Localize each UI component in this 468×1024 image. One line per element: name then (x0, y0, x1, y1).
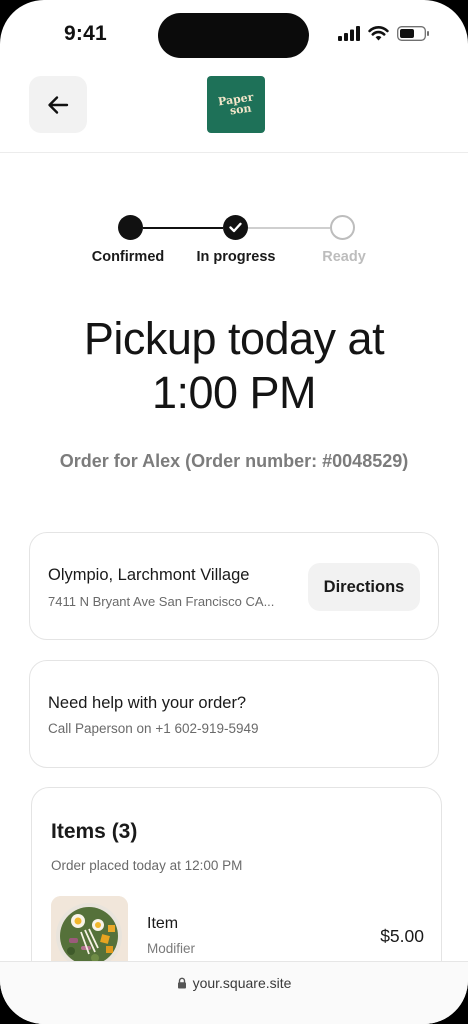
phone-screen: 9:41 Paper son Confirmed In progress Rea… (0, 0, 468, 1024)
checkmark-icon (229, 222, 242, 233)
items-title: Items (3) (51, 820, 138, 843)
arrow-left-icon (48, 95, 69, 114)
order-placed-time: Order placed today at 12:00 PM (51, 858, 243, 873)
url-text: your.square.site (192, 975, 292, 991)
item-name: Item (147, 915, 179, 932)
order-info: Order for Alex (Order number: #0048529) (59, 451, 409, 471)
status-icons (338, 26, 430, 41)
step-connector-2 (248, 227, 330, 229)
dynamic-island (158, 13, 309, 58)
location-address: 7411 N Bryant Ave San Francisco CA... (48, 594, 275, 609)
step-label-confirmed: Confirmed (91, 249, 165, 265)
pickup-title-line2: 1:00 PM (151, 367, 317, 418)
brand-logo: Paper son (207, 76, 265, 133)
step-ready-dot (330, 215, 355, 240)
step-in-progress-dot (223, 215, 248, 240)
logo-text-line2: son (229, 101, 253, 117)
item-price: $5.00 (380, 926, 424, 946)
lock-icon (177, 977, 186, 989)
location-name: Olympio, Larchmont Village (48, 566, 250, 584)
status-time: 9:41 (64, 22, 107, 45)
help-card[interactable]: Need help with your order? Call Paperson… (29, 660, 439, 768)
step-label-in-progress: In progress (196, 249, 276, 265)
order-progress-stepper: Confirmed In progress Ready (0, 210, 468, 270)
url-display[interactable]: your.square.site (0, 975, 468, 991)
directions-button[interactable]: Directions (308, 563, 420, 611)
help-title: Need help with your order? (48, 694, 247, 712)
signal-icon (338, 26, 360, 41)
pickup-title-line1: Pickup today at (83, 313, 385, 364)
help-phone[interactable]: Call Paperson on +1 602-919-5949 (48, 721, 259, 736)
battery-icon (397, 26, 429, 41)
item-modifier: Modifier (147, 941, 196, 956)
back-button[interactable] (29, 76, 87, 133)
pickup-title: Pickup today at 1:00 PM (0, 312, 468, 420)
step-connector-1 (143, 227, 223, 229)
browser-url-bar[interactable]: your.square.site (0, 961, 468, 1024)
header: Paper son (0, 70, 468, 153)
wifi-icon (368, 26, 389, 41)
location-card: Olympio, Larchmont Village 7411 N Bryant… (29, 532, 439, 640)
status-bar: 9:41 (0, 0, 468, 70)
step-confirmed-dot (118, 215, 143, 240)
step-label-ready: Ready (322, 249, 366, 265)
